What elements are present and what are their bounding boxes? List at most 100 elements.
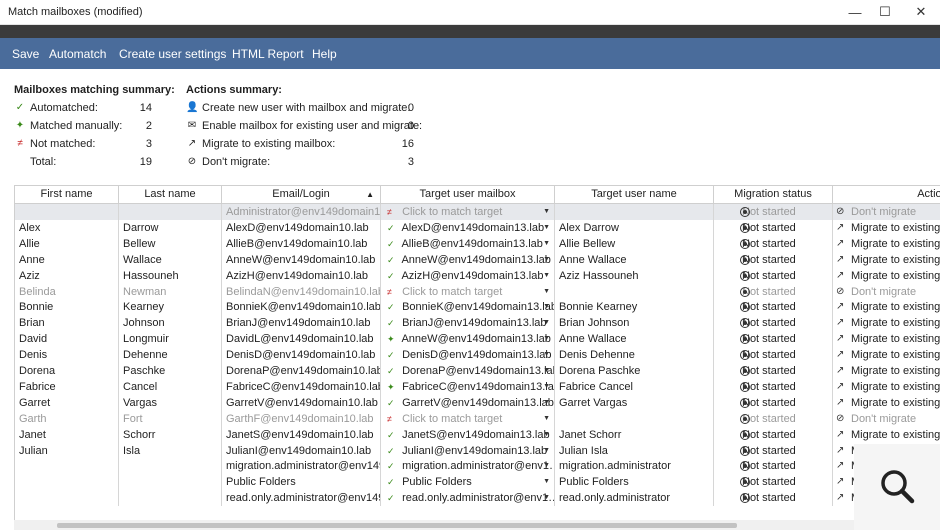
menu-html-report[interactable]: HTML Report [232, 47, 304, 61]
table-row[interactable]: Janet Schorr JanetS@env149domain10.lab ✓ Ja… [15, 426, 940, 443]
cell-first-name[interactable]: Bonnie [15, 299, 119, 316]
cell-target-mailbox[interactable]: ✓ migration.administrator@env1… ▼ [381, 458, 555, 475]
table-row[interactable]: Garth Fort GarthF@env149domain10.lab ≠ Clic… [15, 410, 940, 427]
cell-action[interactable]: ↗ Migrate to existing [833, 379, 940, 395]
table-row[interactable]: Fabrice Cancel FabriceC@env149domain10.lab… [15, 378, 940, 395]
table-row[interactable]: Bonnie Kearney BonnieK@env149domain10.lab ✓… [15, 299, 940, 316]
col-action[interactable]: Action [833, 186, 940, 204]
cell-target-user-name[interactable]: Anne Wallace [555, 331, 714, 348]
table-row[interactable]: Belinda Newman BelindaN@env149domain10.lab… [15, 283, 940, 300]
cell-target-user-name[interactable]: Fabrice Cancel [555, 378, 714, 395]
cell-target-user-name[interactable]: Bonnie Kearney [555, 299, 714, 316]
chevron-down-icon[interactable]: ▼ [543, 443, 550, 459]
chevron-down-icon[interactable]: ▼ [543, 427, 550, 443]
cell-target-user-name[interactable]: Aziz Hassouneh [555, 267, 714, 284]
cell-last-name[interactable] [119, 458, 222, 475]
chevron-down-icon[interactable]: ▼ [543, 236, 550, 252]
cell-target-mailbox[interactable]: ✓ read.only.administrator@env1… ▼ [381, 490, 555, 507]
cell-target-mailbox[interactable]: ✓ AzizH@env149domain13.lab ▼ [381, 267, 555, 284]
cell-action[interactable]: ⊘ Don't migrate [833, 411, 940, 427]
col-target-user-name[interactable]: Target user name [555, 186, 714, 204]
cell-action[interactable]: ↗ Migrate to existing [833, 363, 940, 379]
cell-last-name[interactable] [119, 204, 222, 220]
cell-target-mailbox[interactable]: ✦ AnneW@env149domain13.lab ▼ [381, 331, 555, 348]
magnifier-icon[interactable] [854, 444, 940, 530]
cell-target-user-name[interactable]: Julian Isla [555, 442, 714, 459]
cell-action[interactable]: ↗ Migrate to existing [833, 252, 940, 268]
cell-email[interactable]: DorenaP@env149domain10.lab [222, 363, 381, 379]
cell-email[interactable]: GarthF@env149domain10.lab [222, 410, 381, 427]
chevron-down-icon[interactable]: ▼ [543, 315, 550, 331]
cell-target-mailbox[interactable]: ≠ Click to match target ▼ [381, 283, 555, 300]
table-row[interactable]: Brian Johnson BrianJ@env149domain10.lab ✓ B… [15, 315, 940, 332]
cell-target-mailbox[interactable]: ✓ BonnieK@env149domain13.lab ▼ [381, 299, 555, 316]
cell-first-name[interactable]: Alex [15, 219, 119, 236]
menu-help[interactable]: Help [312, 47, 337, 61]
cell-action[interactable]: ↗ Migrate to existing [833, 427, 940, 443]
cell-last-name[interactable]: Johnson [119, 315, 222, 332]
chevron-down-icon[interactable]: ▼ [543, 268, 550, 284]
cell-last-name[interactable] [119, 474, 222, 491]
table-row[interactable]: Dorena Paschke DorenaP@env149domain10.lab ✓… [15, 363, 940, 379]
chevron-down-icon[interactable]: ▼ [543, 284, 550, 300]
col-first-name[interactable]: First name [15, 186, 119, 204]
menu-automatch[interactable]: Automatch [49, 47, 106, 61]
table-row[interactable]: Allie Bellew AllieB@env149domain10.lab ✓ Al… [15, 235, 940, 252]
cell-email[interactable]: AnneW@env149domain10.lab [222, 251, 381, 268]
cell-email[interactable]: AlexD@env149domain10.lab [222, 219, 381, 236]
chevron-down-icon[interactable]: ▼ [543, 395, 550, 411]
chevron-down-icon[interactable]: ▼ [543, 363, 550, 379]
cell-first-name[interactable]: Anne [15, 251, 119, 268]
cell-action[interactable]: ⊘ Don't migrate [833, 204, 940, 220]
cell-first-name[interactable]: David [15, 331, 119, 348]
cell-first-name[interactable]: Aziz [15, 267, 119, 284]
cell-action[interactable]: ⊘ Don't migrate [833, 284, 940, 300]
cell-target-user-name[interactable] [555, 283, 714, 300]
cell-first-name[interactable]: Fabrice [15, 378, 119, 395]
cell-target-mailbox[interactable]: ✓ BrianJ@env149domain13.lab ▼ [381, 315, 555, 332]
cell-target-user-name[interactable]: Public Folders [555, 474, 714, 491]
cell-last-name[interactable]: Darrow [119, 219, 222, 236]
cell-target-mailbox[interactable]: ✦ FabriceC@env149domain13.lab ▼ [381, 378, 555, 395]
cell-email[interactable]: JanetS@env149domain10.lab [222, 426, 381, 443]
table-row[interactable]: Anne Wallace AnneW@env149domain10.lab ✓ Ann… [15, 251, 940, 268]
cell-target-mailbox[interactable]: ≠ Click to match target ▼ [381, 204, 555, 220]
col-migration-status[interactable]: Migration status [714, 186, 833, 204]
cell-first-name[interactable]: Janet [15, 426, 119, 443]
chevron-down-icon[interactable]: ▼ [543, 458, 550, 474]
col-target-mailbox[interactable]: Target user mailbox [381, 186, 555, 204]
chevron-down-icon[interactable]: ▼ [543, 490, 550, 506]
chevron-down-icon[interactable]: ▼ [543, 474, 550, 490]
cell-last-name[interactable]: Cancel [119, 378, 222, 395]
cell-action[interactable]: ↗ Migrate to existing [833, 395, 940, 411]
cell-first-name[interactable]: Julian [15, 442, 119, 459]
cell-target-user-name[interactable]: Garret Vargas [555, 394, 714, 411]
cell-target-user-name[interactable]: migration.administrator [555, 458, 714, 475]
cell-email[interactable]: migration.administrator@env149do [222, 458, 381, 475]
cell-last-name[interactable]: Wallace [119, 251, 222, 268]
cell-target-user-name[interactable]: Janet Schorr [555, 426, 714, 443]
cell-target-mailbox[interactable]: ✓ DorenaP@env149domain13.lab ▼ [381, 363, 555, 379]
table-row[interactable]: Alex Darrow AlexD@env149domain10.lab ✓ Alex… [15, 219, 940, 236]
cell-target-mailbox[interactable]: ≠ Click to match target ▼ [381, 410, 555, 427]
cell-first-name[interactable]: Garret [15, 394, 119, 411]
cell-target-user-name[interactable]: Dorena Paschke [555, 363, 714, 379]
col-email[interactable]: Email/Login ▲ [222, 186, 381, 204]
table-row[interactable]: Denis Dehenne DenisD@env149domain10.lab ✓ D… [15, 347, 940, 364]
cell-action[interactable]: ↗ Migrate to existing [833, 347, 940, 363]
table-row[interactable]: Julian Isla JulianI@env149domain10.lab ✓ Ju… [15, 442, 940, 459]
cell-email[interactable]: read.only.administrator@env149dor [222, 490, 381, 507]
cell-action[interactable]: ↗ Migrate to existing [833, 331, 940, 347]
cell-email[interactable]: DenisD@env149domain10.lab [222, 347, 381, 364]
menu-create-user-settings[interactable]: Create user settings [119, 47, 226, 61]
cell-target-mailbox[interactable]: ✓ GarretV@env149domain13.lab ▼ [381, 394, 555, 411]
cell-target-mailbox[interactable]: ✓ JulianI@env149domain13.lab ▼ [381, 442, 555, 459]
table-row[interactable]: migration.administrator@env149do ✓ migrat… [15, 458, 940, 475]
cell-target-mailbox[interactable]: ✓ DenisD@env149domain13.lab ▼ [381, 347, 555, 364]
cell-target-user-name[interactable]: Allie Bellew [555, 235, 714, 252]
cell-target-mailbox[interactable]: ✓ AllieB@env149domain13.lab ▼ [381, 235, 555, 252]
cell-action[interactable]: ↗ Migrate to existing [833, 236, 940, 252]
chevron-down-icon[interactable]: ▼ [543, 204, 550, 220]
cell-first-name[interactable] [15, 490, 119, 507]
cell-target-user-name[interactable]: Anne Wallace [555, 251, 714, 268]
